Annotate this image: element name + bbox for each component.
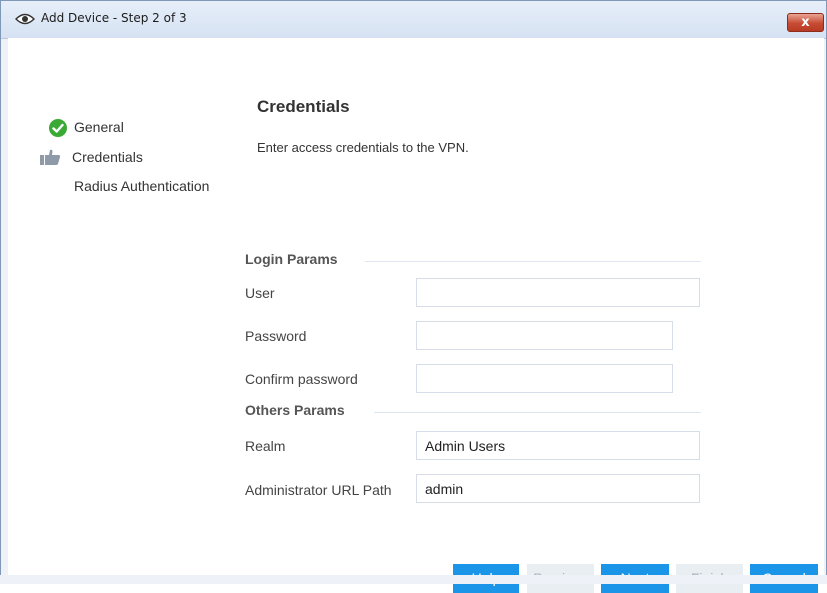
confirm-password-input[interactable] <box>416 364 673 393</box>
step-general: General <box>74 119 124 135</box>
realm-input[interactable] <box>416 431 700 460</box>
page-title: Credentials <box>257 97 350 116</box>
password-input[interactable] <box>416 321 673 350</box>
close-button[interactable]: x <box>787 13 824 32</box>
admin-url-label: Administrator URL Path <box>245 482 392 498</box>
realm-label: Realm <box>245 438 286 454</box>
section-others-params: Others Params <box>245 402 345 418</box>
step-radius-authentication: Radius Authentication <box>74 178 210 194</box>
thumbs-up-icon <box>40 149 61 165</box>
password-label: Password <box>245 328 307 344</box>
section-login-params: Login Params <box>245 251 338 267</box>
page-description: Enter access credentials to the VPN. <box>257 140 469 155</box>
window-title: Add Device - Step 2 of 3 <box>41 11 187 25</box>
user-label: User <box>245 285 275 301</box>
admin-url-input[interactable] <box>416 474 700 503</box>
check-circle-icon <box>49 119 67 137</box>
close-icon: x <box>801 15 810 30</box>
title-bar[interactable]: Add Device - Step 2 of 3 x <box>1 1 826 39</box>
window-frame-bottom <box>0 575 827 584</box>
section-divider <box>374 412 701 413</box>
confirm-password-label: Confirm password <box>245 371 358 387</box>
step-credentials: Credentials <box>72 149 143 165</box>
user-input[interactable] <box>416 278 700 307</box>
section-divider <box>365 261 701 262</box>
eye-icon <box>15 13 35 25</box>
